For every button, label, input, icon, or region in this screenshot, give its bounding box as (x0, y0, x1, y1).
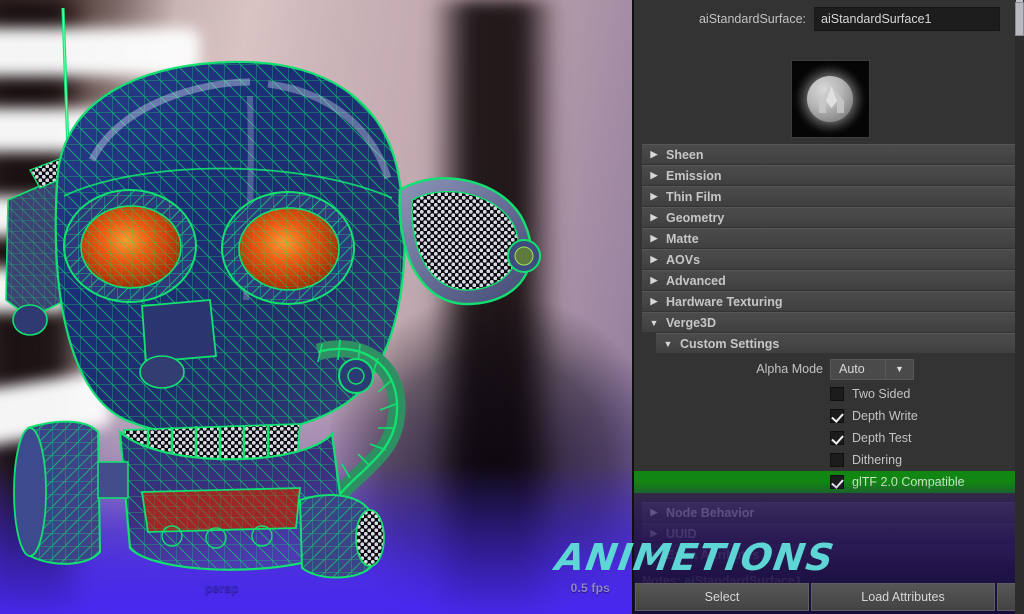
collapsed-arrow-icon: ▶ (650, 170, 658, 180)
wireframe-model[interactable] (0, 0, 632, 614)
section-matte[interactable]: ▶ Matte (642, 228, 1024, 248)
section-label: UUID (666, 526, 697, 541)
node-type-label: aiStandardSurface: (698, 12, 806, 26)
section-custom-settings[interactable]: ▼ Custom Settings (656, 333, 1024, 353)
collapsed-arrow-icon: ▶ (650, 149, 658, 159)
node-name-field[interactable]: aiStandardSurface1 (814, 7, 1000, 31)
section-custom-settings-label: Custom Settings (680, 336, 780, 351)
custom-settings-checkboxes: Two Sided Depth Write Depth Test Dithering g… (634, 383, 1018, 493)
checkbox-icon[interactable] (830, 409, 844, 423)
right-ear-pod (398, 177, 541, 306)
chevron-down-icon[interactable]: ▼ (886, 358, 914, 380)
alpha-mode-label: Alpha Mode (756, 362, 823, 376)
checkbox-label: Depth Test (852, 431, 912, 445)
attribute-editor-panel: aiStandardSurface: aiStandardSurface1 ▶ S… (632, 0, 1024, 614)
checkbox-icon[interactable] (830, 453, 844, 467)
checkbox-row-two-sided[interactable]: Two Sided (634, 383, 1018, 405)
section-label: Hardware Texturing (666, 294, 783, 309)
checkbox-label: glTF 2.0 Compatible (852, 475, 965, 489)
section-geometry[interactable]: ▶ Geometry (642, 207, 1024, 227)
expanded-arrow-icon: ▼ (663, 338, 673, 349)
collapsed-arrow-icon: ▶ (650, 507, 658, 517)
section-label: Geometry (666, 210, 725, 225)
left-eye (63, 189, 197, 303)
section-node-behavior[interactable]: ▶ Node Behavior (642, 502, 1024, 522)
collapsed-arrow-icon: ▶ (650, 233, 658, 243)
checkbox-icon[interactable] (830, 431, 844, 445)
section-label: AOVs (666, 252, 701, 267)
right-nozzle (298, 494, 385, 579)
checkbox-icon[interactable] (830, 387, 844, 401)
attribute-editor-content: aiStandardSurface: aiStandardSurface1 ▶ S… (634, 0, 1024, 588)
right-eye (221, 191, 355, 305)
checkbox-label: Dithering (852, 453, 903, 467)
collapsed-arrow-icon: ▶ (650, 191, 658, 201)
checkbox-label: Two Sided (852, 387, 911, 401)
checkbox-row-gltf-2-0-compatible[interactable]: glTF 2.0 Compatible (634, 471, 1018, 493)
collapsed-arrow-icon: ▶ (650, 549, 658, 559)
panel-button-bar: Select Load Attributes (634, 582, 1024, 614)
material-preview-swatch[interactable] (790, 60, 870, 138)
section-label: Emission (666, 168, 722, 183)
section-emission[interactable]: ▶ Emission (642, 165, 1024, 185)
antenna (61, 7, 70, 151)
checkbox-row-depth-write[interactable]: Depth Write (634, 405, 1018, 427)
alpha-mode-select[interactable]: Auto (830, 358, 886, 380)
collapsed-arrow-icon: ▶ (650, 212, 658, 222)
section-label: Advanced (666, 273, 726, 288)
checkbox-row-depth-test[interactable]: Depth Test (634, 427, 1018, 449)
maya-logo-icon (818, 86, 844, 113)
section-sheen[interactable]: ▶ Sheen (642, 144, 1024, 164)
checkbox-row-dithering[interactable]: Dithering (634, 449, 1018, 471)
checkbox-icon[interactable] (830, 475, 844, 489)
custom-settings-fields: Alpha Mode Auto ▼ Two Sided Depth Write De… (634, 354, 1024, 497)
load-attributes-button[interactable]: Load Attributes (811, 583, 995, 611)
expanded-arrow-icon: ▼ (649, 317, 659, 328)
section-hardware-texturing[interactable]: ▶ Hardware Texturing (642, 291, 1024, 311)
collapsed-arrow-icon: ▶ (650, 275, 658, 285)
left-tank (13, 420, 129, 565)
tail-sections-list: ▶ Node Behavior ▶ UUID ▶ Extra Attributes (634, 502, 1024, 564)
section-aovs[interactable]: ▶ AOVs (642, 249, 1024, 269)
viewport-camera-label: persp (205, 581, 239, 595)
alpha-mode-row: Alpha Mode Auto ▼ (634, 358, 1018, 380)
section-label: Matte (666, 231, 699, 246)
section-label: Node Behavior (666, 505, 755, 520)
collapsed-arrow-icon: ▶ (650, 528, 658, 538)
collapsed-sections-list: ▶ Sheen ▶ Emission ▶ Thin Film ▶ Geometry ▶ Matte… (634, 144, 1024, 332)
select-button[interactable]: Select (635, 583, 809, 611)
section-label: Thin Film (666, 189, 722, 204)
section-label: Sheen (666, 147, 704, 162)
section-verge3d[interactable]: ▼ Verge3D (642, 312, 1024, 332)
maya-attribute-editor-window: persp 0.5 fps aiStandardSurface: aiStand… (0, 0, 1024, 614)
collapsed-arrow-icon: ▶ (650, 296, 658, 306)
viewport-fps-label: 0.5 fps (570, 581, 610, 595)
section-label: Verge3D (666, 315, 717, 330)
section-thin-film[interactable]: ▶ Thin Film (642, 186, 1024, 206)
panel-scrollbar[interactable] (1015, 0, 1024, 614)
material-preview-wrap (634, 60, 1024, 138)
section-extra-attributes[interactable]: ▶ Extra Attributes (642, 544, 1024, 564)
checkbox-label: Depth Write (852, 409, 918, 423)
section-uuid[interactable]: ▶ UUID (642, 523, 1024, 543)
section-advanced[interactable]: ▶ Advanced (642, 270, 1024, 290)
panel-scrollbar-thumb[interactable] (1015, 2, 1024, 36)
collapsed-arrow-icon: ▶ (650, 254, 658, 264)
3d-viewport[interactable]: persp 0.5 fps (0, 0, 632, 614)
section-label: Extra Attributes (666, 547, 760, 562)
node-name-row: aiStandardSurface: aiStandardSurface1 (634, 4, 1024, 34)
